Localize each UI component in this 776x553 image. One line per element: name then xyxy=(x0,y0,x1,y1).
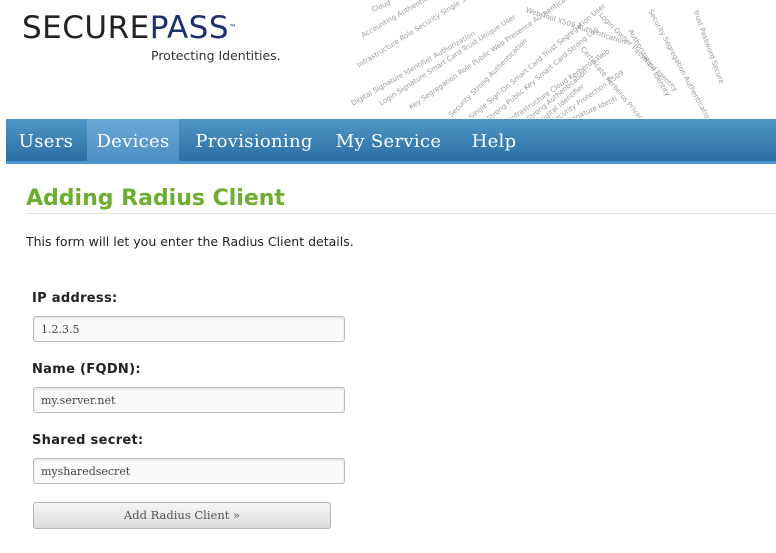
nav-item-label: Provisioning xyxy=(195,131,313,152)
nav-item-my-service[interactable]: My Service xyxy=(329,119,448,161)
nav-item-label: Users xyxy=(18,131,74,152)
nav-item-label: Help xyxy=(471,131,517,152)
nav-item-devices[interactable]: Devices xyxy=(87,119,179,161)
logo-tagline: Protecting Identities. xyxy=(151,48,281,63)
page-title: Adding Radius Client xyxy=(26,186,285,211)
ip-address-label: IP address: xyxy=(32,291,118,306)
title-divider xyxy=(26,213,776,214)
securepass-logo[interactable]: SECUREPASS™ Protecting Identities. xyxy=(22,10,281,63)
logo-wordmark: SECUREPASS™ xyxy=(22,10,238,46)
add-radius-client-button[interactable]: Add Radius Client » xyxy=(33,502,331,529)
logo-secure-text: SECURE xyxy=(22,10,150,46)
shared-secret-input[interactable] xyxy=(33,458,345,484)
main-nav: Users Devices Provisioning My Service He… xyxy=(6,119,776,164)
cloud-word: Cloud xyxy=(370,0,393,14)
ip-address-input[interactable] xyxy=(33,316,345,342)
nav-item-label: Devices xyxy=(96,131,170,152)
nav-item-label: My Service xyxy=(335,131,442,152)
shared-secret-label: Shared secret: xyxy=(32,433,144,448)
nav-item-users[interactable]: Users xyxy=(6,119,86,161)
header: SECUREPASS™ Protecting Identities. Cloud… xyxy=(0,0,776,118)
nav-item-provisioning[interactable]: Provisioning xyxy=(187,119,321,161)
cloud-word: Trust Password Secure xyxy=(691,8,726,85)
intro-text: This form will let you enter the Radius … xyxy=(26,234,354,249)
name-fqdn-label: Name (FQDN): xyxy=(32,362,141,377)
logo-trademark: ™ xyxy=(229,23,238,32)
keyword-word-cloud: Cloud Accounting Authentic Infrastructur… xyxy=(330,0,776,118)
name-fqdn-input[interactable] xyxy=(33,387,345,413)
logo-pass-text: PASS xyxy=(149,10,230,46)
nav-item-help[interactable]: Help xyxy=(463,119,525,161)
